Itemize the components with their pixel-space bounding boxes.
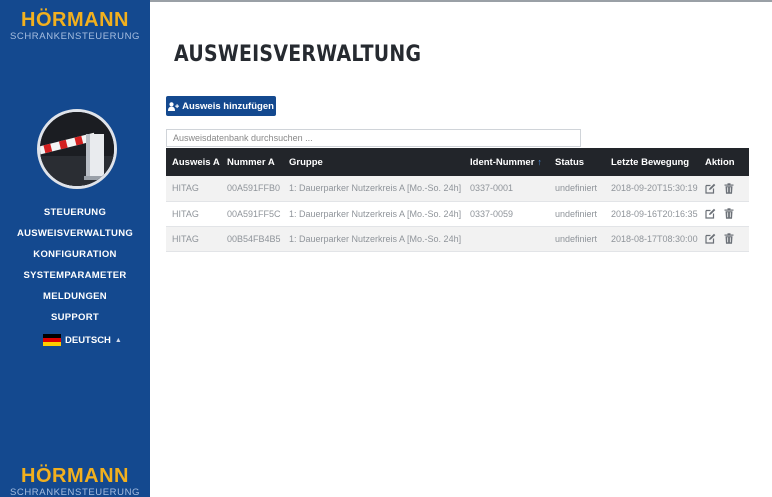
column-header-ident-label: Ident-Nummer [470, 156, 535, 168]
language-selector[interactable]: DEUTSCH ▲ [43, 333, 122, 347]
cell-ident: 0337-0001 [464, 176, 549, 202]
brand-name: HÖRMANN [21, 9, 129, 31]
table-row: HITAG 00A591FF5C 1: Dauerparker Nutzerkr… [166, 201, 749, 227]
cell-ausweis: HITAG [166, 201, 221, 227]
ausweis-table: Ausweis A Nummer A Gruppe Ident-Nummer ↑ … [166, 148, 749, 252]
column-header-ident[interactable]: Ident-Nummer ↑ [464, 148, 549, 176]
cell-ausweis: HITAG [166, 176, 221, 202]
sidebar: HÖRMANN SCHRANKENSTEUERUNG STEUERUNG AUS… [0, 0, 150, 497]
column-header-bewegung[interactable]: Letzte Bewegung [605, 148, 699, 176]
edit-icon[interactable] [705, 233, 716, 244]
column-header-nummer[interactable]: Nummer A [221, 148, 283, 176]
cell-aktion [699, 201, 749, 227]
brand-subtitle: SCHRANKENSTEUERUNG [9, 31, 141, 42]
barrier-gate-icon [40, 112, 114, 186]
sidebar-item-ausweisverwaltung[interactable]: AUSWEISVERWALTUNG [0, 223, 150, 244]
cell-gruppe: 1: Dauerparker Nutzerkreis A [Mo.-So. 24… [283, 176, 464, 202]
edit-icon[interactable] [705, 183, 716, 194]
table-row: HITAG 00A591FFB0 1: Dauerparker Nutzerkr… [166, 176, 749, 202]
column-header-status[interactable]: Status [549, 148, 605, 176]
add-user-icon [168, 101, 180, 111]
brand-logo-top: HÖRMANN SCHRANKENSTEUERUNG [0, 10, 150, 44]
column-header-ausweis[interactable]: Ausweis A [166, 148, 221, 176]
flag-stripe-gold [43, 342, 61, 346]
brand-subtitle-bottom: SCHRANKENSTEUERUNG [9, 487, 141, 497]
sort-up-icon: ↑ [537, 156, 542, 167]
table-row: HITAG 00B54FB4B5 1: Dauerparker Nutzerkr… [166, 226, 749, 252]
sidebar-item-konfiguration[interactable]: KONFIGURATION [0, 244, 150, 265]
table-header-row: Ausweis A Nummer A Gruppe Ident-Nummer ↑ … [166, 148, 749, 176]
trash-icon[interactable] [724, 233, 734, 244]
cell-bewegung: 2018-09-16T20:16:35 [605, 201, 699, 227]
trash-icon[interactable] [724, 208, 734, 219]
cell-ident: 0337-0059 [464, 201, 549, 227]
cell-gruppe: 1: Dauerparker Nutzerkreis A [Mo.-So. 24… [283, 201, 464, 227]
brand-name-bottom: HÖRMANN [21, 465, 129, 487]
cell-bewegung: 2018-09-20T15:30:19 [605, 176, 699, 202]
sidebar-nav: STEUERUNG AUSWEISVERWALTUNG KONFIGURATIO… [0, 202, 150, 328]
cell-aktion [699, 226, 749, 252]
page-title: AUSWEISVERWALTUNG [174, 42, 422, 67]
german-flag-icon [43, 334, 61, 346]
edit-icon[interactable] [705, 208, 716, 219]
cell-nummer: 00A591FFB0 [221, 176, 283, 202]
sidebar-item-steuerung[interactable]: STEUERUNG [0, 202, 150, 223]
cell-gruppe: 1: Dauerparker Nutzerkreis A [Mo.-So. 24… [283, 226, 464, 252]
barrier-gate-image [37, 109, 117, 189]
cell-status: undefiniert [549, 176, 605, 202]
sidebar-item-systemparameter[interactable]: SYSTEMPARAMETER [0, 265, 150, 286]
cell-status: undefiniert [549, 201, 605, 227]
add-ausweis-button[interactable]: Ausweis hinzufügen [166, 96, 276, 116]
sidebar-item-support[interactable]: SUPPORT [0, 307, 150, 328]
sidebar-item-meldungen[interactable]: MELDUNGEN [0, 286, 150, 307]
cell-nummer: 00B54FB4B5 [221, 226, 283, 252]
cell-ident [464, 226, 549, 252]
cell-bewegung: 2018-08-17T08:30:00 [605, 226, 699, 252]
language-label: DEUTSCH [65, 334, 111, 346]
column-header-gruppe[interactable]: Gruppe [283, 148, 464, 176]
cell-aktion [699, 176, 749, 202]
add-ausweis-label: Ausweis hinzufügen [182, 100, 274, 112]
cell-ausweis: HITAG [166, 226, 221, 252]
search-input[interactable] [166, 129, 581, 147]
brand-logo-bottom: HÖRMANN SCHRANKENSTEUERUNG [0, 466, 150, 497]
trash-icon[interactable] [724, 183, 734, 194]
cell-status: undefiniert [549, 226, 605, 252]
caret-up-icon: ▲ [114, 336, 122, 344]
cell-nummer: 00A591FF5C [221, 201, 283, 227]
column-header-aktion: Aktion [699, 148, 749, 176]
